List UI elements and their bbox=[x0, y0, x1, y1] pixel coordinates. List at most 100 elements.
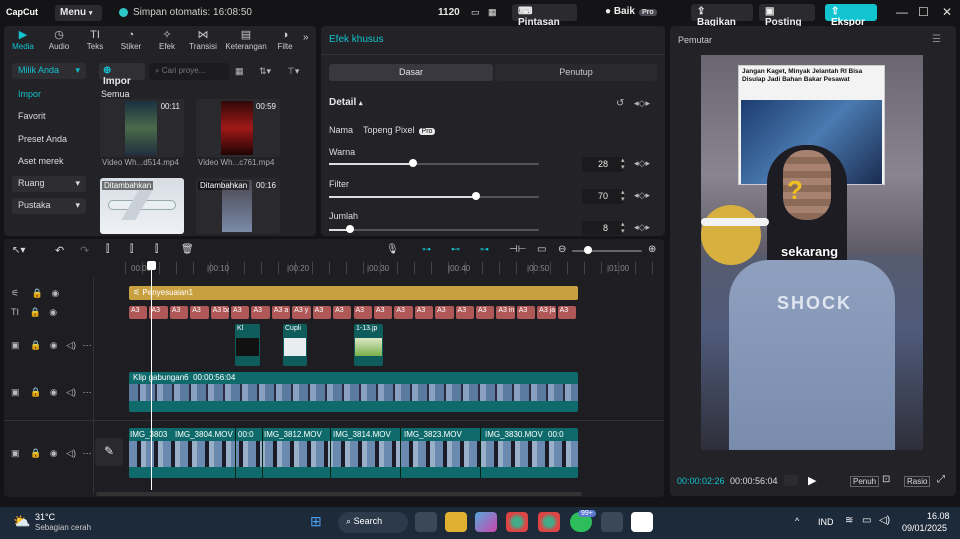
split-right-icon[interactable]: ⫿ bbox=[155, 244, 158, 255]
text-clip[interactable]: A3 bbox=[251, 306, 270, 319]
lock-icon[interactable]: 🔒 bbox=[30, 307, 41, 317]
export-button[interactable]: ⇧ Ekspor bbox=[825, 4, 877, 28]
keyframe-nav-icon[interactable]: ◂◇▸ bbox=[634, 222, 650, 233]
sort-icon[interactable]: ⇅▾ bbox=[259, 66, 271, 77]
search-box[interactable]: ⌕ Search bbox=[338, 512, 408, 533]
audio-icon[interactable]: ◁) bbox=[66, 340, 76, 350]
tab-caption[interactable]: ▤ Keterangan bbox=[224, 28, 268, 51]
preview-axis-icon[interactable]: ⊣⊢ bbox=[509, 244, 526, 255]
tab-basic[interactable]: Dasar bbox=[329, 64, 493, 81]
view-toggle-icon[interactable]: ▦ bbox=[235, 66, 244, 77]
media-item[interactable]: 00:59 bbox=[196, 99, 280, 157]
filter-icon[interactable]: ⊤▾ bbox=[287, 66, 299, 77]
media-item[interactable]: Ditambahkan bbox=[100, 178, 184, 234]
linkage-icon[interactable]: ⊶ bbox=[480, 244, 489, 255]
import-button[interactable]: ⊕ Impor bbox=[99, 63, 145, 87]
filter-value-input[interactable]: 70 bbox=[582, 189, 624, 204]
text-clip[interactable]: A3 bbox=[169, 306, 189, 319]
text-clip[interactable]: A3 bbox=[373, 306, 393, 319]
delete-icon[interactable]: 🗑 bbox=[181, 244, 194, 255]
close-icon[interactable]: ✕ bbox=[942, 5, 952, 19]
ratio-button[interactable]: Rasio bbox=[904, 476, 931, 487]
text-clip[interactable]: A3 bbox=[516, 306, 536, 319]
text-clip[interactable]: A3 ba bbox=[210, 306, 230, 319]
tab-text[interactable]: TI Teks bbox=[78, 28, 112, 51]
split-left-icon[interactable]: ⫿ bbox=[130, 244, 133, 255]
slider-knob[interactable] bbox=[346, 225, 354, 233]
cover-edit-icon[interactable]: ✎ bbox=[95, 438, 123, 466]
search-input[interactable]: ⌕ Cari proye... bbox=[149, 63, 229, 80]
text-clip[interactable]: A3 bbox=[190, 306, 209, 319]
more-tabs-icon[interactable]: » bbox=[303, 32, 309, 43]
copilot-icon[interactable] bbox=[475, 512, 497, 532]
sidebar-item-brand[interactable]: Aset merek bbox=[12, 154, 86, 170]
video-preview[interactable]: Jangan Kaget, Minyak Jelantah RI Bisa Di… bbox=[701, 55, 923, 450]
layout-icon[interactable]: ▭ bbox=[471, 7, 480, 18]
audio-icon[interactable]: ◁) bbox=[66, 448, 76, 458]
eye-icon[interactable]: ◉ bbox=[50, 448, 58, 458]
more-icon[interactable]: ⋯ bbox=[83, 387, 92, 397]
keyframe-nav-icon[interactable]: ◂◇▸ bbox=[634, 158, 650, 169]
grid-icon[interactable]: ▦ bbox=[488, 7, 497, 18]
menu-button[interactable]: Menu ▾ bbox=[55, 5, 102, 21]
language-indicator[interactable]: IND bbox=[818, 517, 834, 527]
media-item[interactable]: Ditambahkan 00:16 bbox=[196, 178, 280, 234]
color-slider[interactable] bbox=[329, 163, 539, 165]
volume-icon[interactable]: ◁) bbox=[879, 515, 890, 526]
capcut-icon[interactable] bbox=[631, 512, 653, 532]
amount-value-input[interactable]: 8 bbox=[582, 221, 624, 235]
windows-start-icon[interactable]: ⊞ bbox=[310, 513, 322, 530]
redo-icon[interactable]: ↷ bbox=[80, 244, 89, 257]
color-value-input[interactable]: 28 bbox=[582, 157, 624, 172]
main-clip-label[interactable]: IMG_3804.MOV bbox=[175, 430, 233, 439]
wifi-icon[interactable]: ≋ bbox=[845, 515, 853, 526]
playhead-handle[interactable] bbox=[147, 261, 156, 270]
slider-knob[interactable] bbox=[472, 192, 480, 200]
amount-slider[interactable] bbox=[329, 229, 539, 231]
sidebar-item-space[interactable]: Ruang ▾ bbox=[12, 176, 86, 192]
main-clip-label[interactable]: IMG_3814.MOV bbox=[333, 430, 391, 439]
text-clip[interactable]: A3 bbox=[231, 306, 250, 319]
sidebar-item-library[interactable]: Pustaka ▾ bbox=[12, 198, 86, 214]
menu-icon[interactable]: ☰ bbox=[932, 34, 941, 45]
account-button[interactable]: ● Baik Pro bbox=[599, 4, 669, 21]
audio-icon[interactable]: ◁) bbox=[66, 387, 76, 397]
lock-icon[interactable]: 🔒 bbox=[30, 448, 41, 458]
eye-icon[interactable]: ◉ bbox=[50, 340, 58, 350]
select-tool-icon[interactable]: ↖▾ bbox=[12, 245, 25, 256]
chrome-profile-icon[interactable] bbox=[538, 512, 560, 532]
main-track-magnet-icon[interactable]: ⊶ bbox=[422, 244, 431, 255]
sidebar-item-mine[interactable]: Milik Anda ▾ bbox=[12, 63, 86, 79]
main-clip-label[interactable]: IMG_3823.MOV bbox=[404, 430, 462, 439]
fullscreen-button[interactable]: Penuh bbox=[850, 476, 880, 487]
playhead[interactable] bbox=[151, 262, 152, 490]
zoom-out-icon[interactable]: ⊖ bbox=[558, 244, 566, 255]
caption-icon[interactable]: ▭ bbox=[537, 244, 546, 255]
text-clip[interactable]: A3 bbox=[149, 306, 168, 319]
text-clip[interactable]: A3 bbox=[353, 306, 372, 319]
timeline-scrollbar[interactable] bbox=[96, 492, 582, 496]
filter-slider[interactable] bbox=[329, 196, 539, 198]
auto-snap-icon[interactable]: ⊷ bbox=[451, 244, 460, 255]
main-clip-label[interactable]: IMG_3803 bbox=[130, 430, 167, 439]
post-button[interactable]: ▣ Posting bbox=[759, 4, 815, 28]
compound-clip[interactable]: Klip gabungan6 00:00:56:04 bbox=[129, 372, 578, 412]
task-view-icon[interactable] bbox=[415, 512, 437, 532]
lock-icon[interactable]: 🔒 bbox=[32, 288, 43, 298]
play-icon[interactable]: ▶ bbox=[808, 474, 816, 487]
sidebar-item-preset[interactable]: Preset Anda bbox=[12, 132, 86, 148]
time-ruler[interactable] bbox=[125, 262, 661, 274]
chrome-icon[interactable] bbox=[506, 512, 528, 532]
tab-sticker[interactable]: ◔ Stiker bbox=[114, 28, 148, 51]
timecode-toggle[interactable] bbox=[784, 475, 798, 486]
overlay-clip[interactable]: Cupli bbox=[283, 324, 307, 366]
tab-audio[interactable]: ◷ Audio bbox=[42, 28, 76, 51]
stepper-icon[interactable]: ▴ ▾ bbox=[621, 157, 625, 171]
file-explorer-icon[interactable] bbox=[445, 512, 467, 532]
tab-media[interactable]: ▶ Media bbox=[6, 28, 40, 51]
text-clip[interactable]: A3 bbox=[129, 306, 148, 319]
tab-filter[interactable]: ◑ Filte bbox=[270, 28, 300, 51]
main-clip-label[interactable]: IMG_3812.MOV bbox=[264, 430, 322, 439]
slider-knob[interactable] bbox=[409, 159, 417, 167]
eye-icon[interactable]: ◉ bbox=[49, 307, 57, 317]
